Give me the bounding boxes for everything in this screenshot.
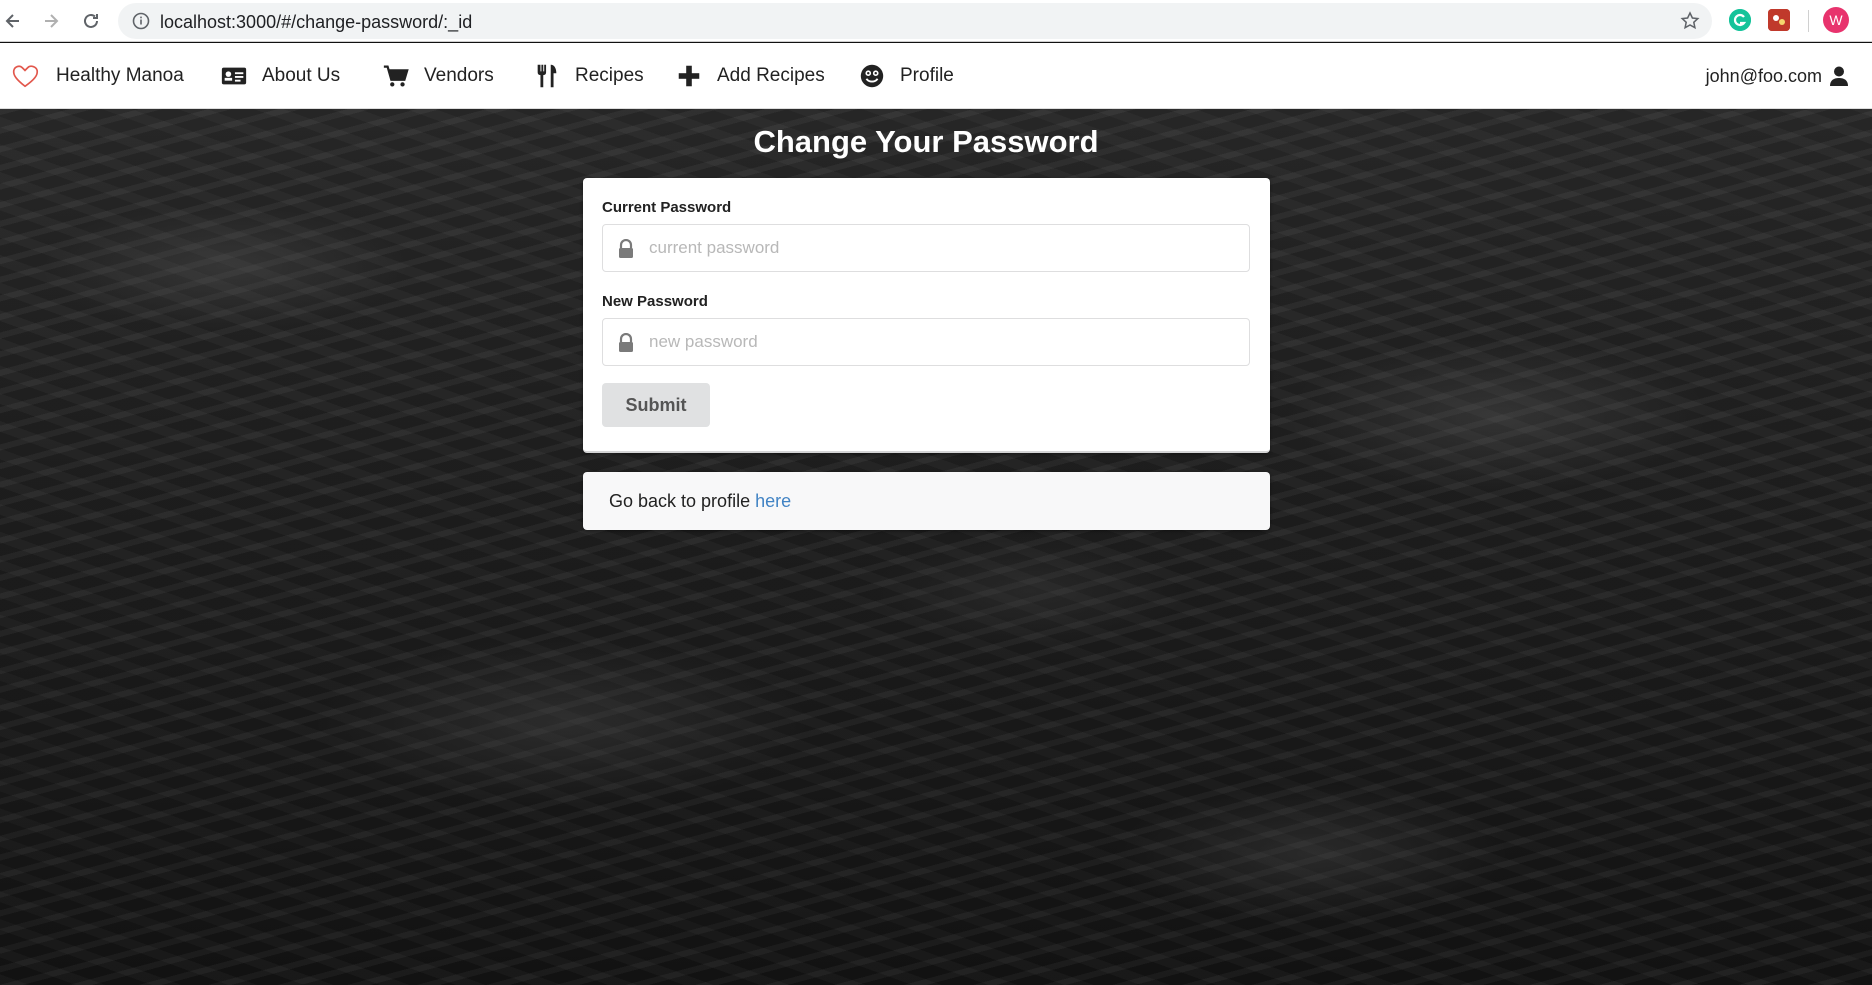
utensils-icon	[530, 61, 564, 91]
brand-link[interactable]: Healthy Manoa	[8, 43, 184, 109]
nav-add-recipes[interactable]: Add Recipes	[672, 43, 825, 109]
extension-icon[interactable]	[1768, 9, 1790, 31]
back-to-profile-text: Go back to profile here	[609, 491, 791, 512]
toolbar-divider	[1808, 10, 1809, 32]
id-card-icon	[217, 61, 251, 91]
browser-toolbar: localhost:3000/#/change-password/:_id W	[0, 0, 1872, 42]
new-password-label: New Password	[602, 293, 708, 310]
back-text-prefix: Go back to profile	[609, 491, 756, 511]
nav-vendors-label: Vendors	[424, 65, 494, 86]
lock-icon	[619, 239, 633, 258]
back-to-profile-message: Go back to profile here	[583, 472, 1270, 530]
current-password-input[interactable]	[649, 225, 1239, 271]
page-title: Change Your Password	[753, 124, 1099, 159]
nav-about-us[interactable]: About Us	[217, 43, 340, 109]
back-arrow-icon[interactable]	[0, 8, 26, 34]
user-email: john@foo.com	[1705, 65, 1822, 86]
nav-add-recipes-label: Add Recipes	[717, 65, 825, 86]
user-menu[interactable]: john@foo.com	[1706, 43, 1850, 109]
reload-icon[interactable]	[78, 8, 104, 34]
current-password-field[interactable]	[602, 224, 1250, 272]
plus-icon	[672, 61, 706, 91]
lock-icon	[619, 333, 633, 352]
grammarly-extension-icon[interactable]	[1729, 9, 1751, 31]
forward-arrow-icon[interactable]	[38, 8, 64, 34]
current-password-label: Current Password	[602, 199, 732, 216]
nav-vendors[interactable]: Vendors	[379, 43, 494, 109]
cart-icon	[379, 61, 413, 91]
profile-here-link[interactable]: here	[755, 491, 791, 511]
address-bar[interactable]: localhost:3000/#/change-password/:_id	[118, 3, 1712, 39]
brand-label: Healthy Manoa	[56, 65, 184, 86]
nav-profile[interactable]: Profile	[855, 43, 954, 109]
url-text[interactable]: localhost:3000/#/change-password/:_id	[160, 12, 472, 33]
profile-avatar[interactable]: W	[1823, 7, 1849, 33]
heart-icon	[8, 61, 42, 91]
bookmark-star-icon[interactable]	[1680, 11, 1700, 31]
change-password-form: Current Password New Password Submit	[583, 178, 1270, 453]
submit-button[interactable]: Submit	[602, 383, 710, 427]
user-icon	[1828, 61, 1850, 91]
nav-about-us-label: About Us	[262, 65, 341, 86]
new-password-input[interactable]	[649, 319, 1239, 365]
nav-recipes-label: Recipes	[575, 65, 644, 86]
nav-profile-label: Profile	[900, 65, 954, 86]
smile-icon	[855, 61, 889, 91]
new-password-field[interactable]	[602, 318, 1250, 366]
app-navbar: Healthy Manoa About Us Vendors Recipes A…	[0, 43, 1872, 109]
nav-recipes[interactable]: Recipes	[530, 43, 644, 109]
info-icon[interactable]	[132, 12, 150, 30]
